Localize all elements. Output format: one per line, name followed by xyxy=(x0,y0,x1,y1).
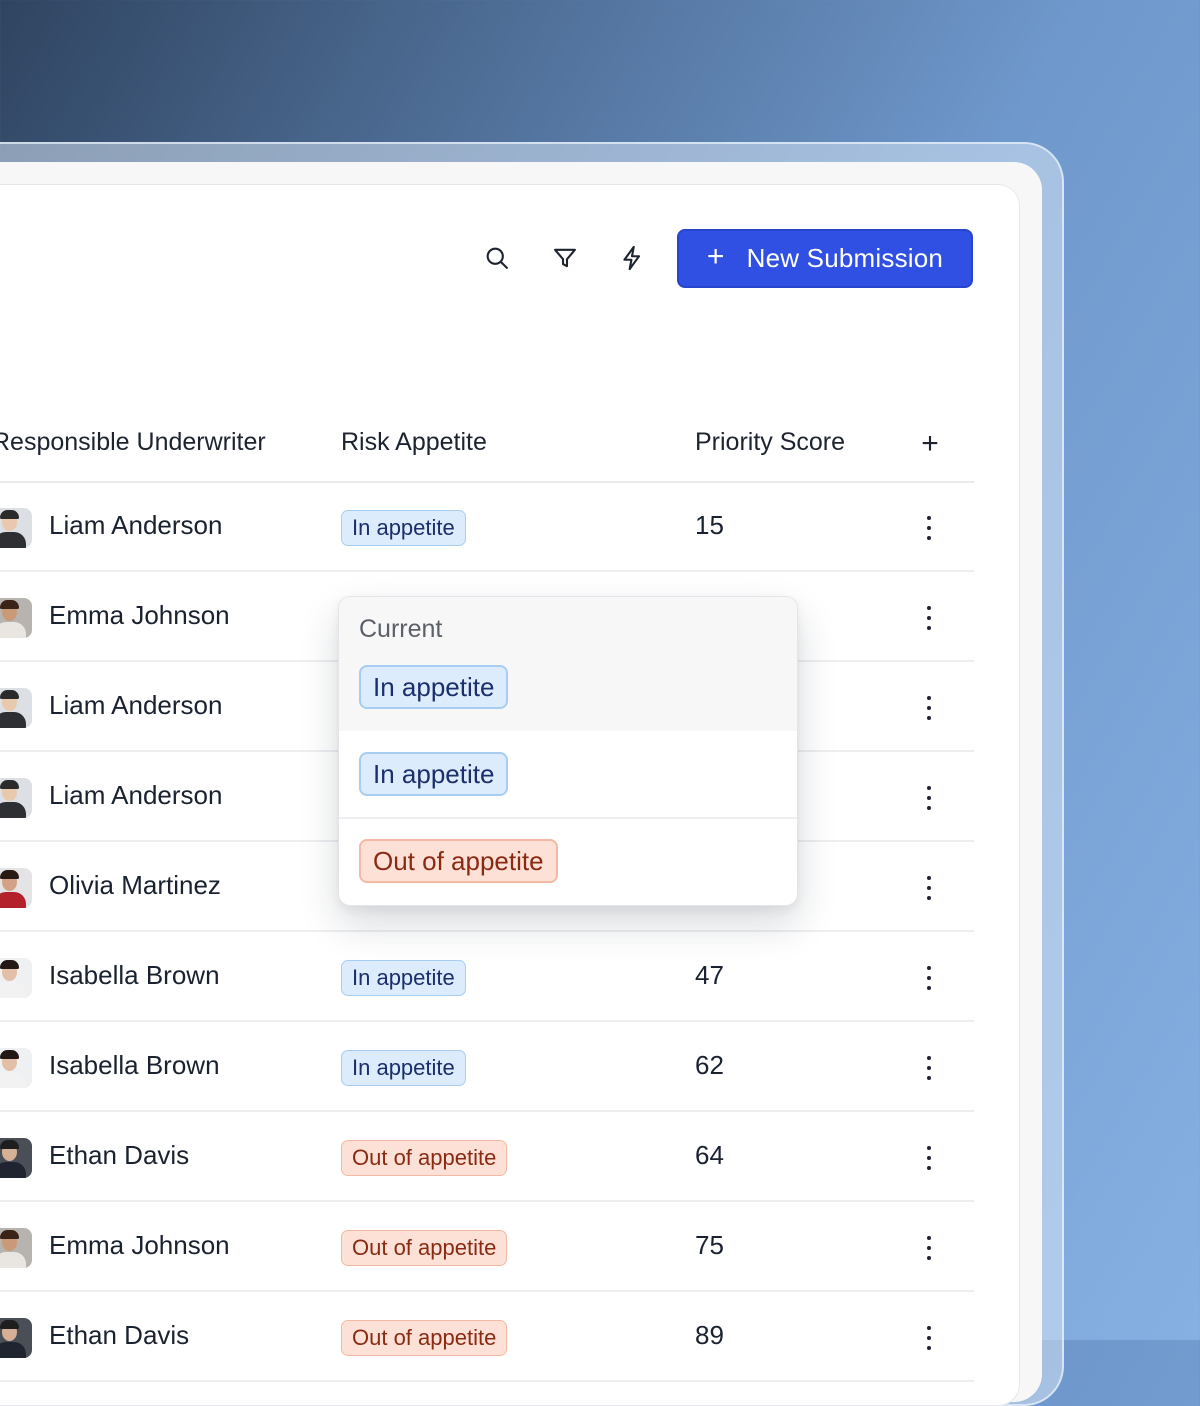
column-header-priority-score[interactable]: Priority Score xyxy=(695,428,845,457)
priority-score: 62 xyxy=(695,1050,724,1080)
row-more-icon[interactable] xyxy=(918,966,940,990)
dropdown-option-out-of-appetite[interactable]: Out of appetite xyxy=(359,839,558,883)
risk-appetite-badge[interactable]: Out of appetite xyxy=(341,1140,508,1176)
row-more-icon[interactable] xyxy=(918,1236,940,1260)
underwriter-name: Ethan Davis xyxy=(49,1320,190,1350)
row-more-icon[interactable] xyxy=(918,1056,940,1080)
avatar xyxy=(0,1048,32,1088)
avatar xyxy=(0,778,32,818)
row-divider xyxy=(0,1380,974,1382)
underwriter-name: Olivia Martinez xyxy=(49,870,221,900)
row-more-icon[interactable] xyxy=(918,1146,940,1170)
new-submission-label: New Submission xyxy=(746,243,944,273)
new-submission-button[interactable]: + New Submission xyxy=(677,229,973,288)
filter-icon[interactable] xyxy=(545,238,585,278)
row-more-icon[interactable] xyxy=(918,516,940,540)
avatar xyxy=(0,868,32,908)
avatar xyxy=(0,958,32,998)
row-more-icon[interactable] xyxy=(918,786,940,810)
row-more-icon[interactable] xyxy=(918,696,940,720)
table-row[interactable]: Isabella Brown In appetite 47 xyxy=(0,932,974,1022)
avatar xyxy=(0,688,32,728)
avatar xyxy=(0,1228,32,1268)
table-row[interactable]: Ethan Davis Out of appetite 89 xyxy=(0,1292,974,1382)
table-row[interactable]: Ethan Davis Out of appetite 64 xyxy=(0,1112,974,1202)
table-row[interactable]: Emma Johnson Out of appetite 75 xyxy=(0,1202,974,1292)
priority-score: 75 xyxy=(695,1230,724,1260)
search-icon[interactable] xyxy=(477,238,517,278)
risk-appetite-badge[interactable]: In appetite xyxy=(341,960,466,996)
underwriter-name: Isabella Brown xyxy=(49,960,220,990)
risk-appetite-badge[interactable]: In appetite xyxy=(341,1050,466,1086)
add-column-button[interactable]: + xyxy=(915,428,945,460)
row-more-icon[interactable] xyxy=(918,1326,940,1350)
underwriter-name: Liam Anderson xyxy=(49,780,223,810)
column-header-underwriter[interactable]: Responsible Underwriter xyxy=(0,428,266,457)
row-more-icon[interactable] xyxy=(918,876,940,900)
avatar xyxy=(0,1318,32,1358)
avatar xyxy=(0,598,32,638)
avatar xyxy=(0,1138,32,1178)
underwriter-name: Liam Anderson xyxy=(49,690,223,720)
lightning-icon[interactable] xyxy=(612,238,652,278)
table-row[interactable]: Liam Anderson In appetite 15 xyxy=(0,482,974,572)
table-row[interactable]: Isabella Brown In appetite 62 xyxy=(0,1022,974,1112)
risk-appetite-badge[interactable]: In appetite xyxy=(341,510,466,546)
risk-appetite-badge[interactable]: Out of appetite xyxy=(341,1230,508,1266)
priority-score: 64 xyxy=(695,1140,724,1170)
underwriter-name: Ethan Davis xyxy=(49,1140,190,1170)
priority-score: 89 xyxy=(695,1320,724,1350)
plus-icon: + xyxy=(706,240,725,273)
avatar xyxy=(0,508,32,548)
priority-score: 15 xyxy=(695,510,724,540)
dropdown-current-label: Current xyxy=(359,615,443,643)
dropdown-option-in-appetite[interactable]: In appetite xyxy=(359,752,509,796)
risk-appetite-badge[interactable]: Out of appetite xyxy=(341,1320,508,1356)
underwriter-name: Emma Johnson xyxy=(49,600,230,630)
risk-appetite-dropdown: Current In appetite In appetite Out of a… xyxy=(338,596,798,906)
column-header-risk-appetite[interactable]: Risk Appetite xyxy=(341,428,487,457)
dropdown-divider xyxy=(339,817,797,819)
underwriter-name: Liam Anderson xyxy=(49,510,223,540)
underwriter-name: Emma Johnson xyxy=(49,1230,230,1260)
underwriter-name: Isabella Brown xyxy=(49,1050,220,1080)
row-more-icon[interactable] xyxy=(918,606,940,630)
dropdown-current-value[interactable]: In appetite xyxy=(359,665,509,709)
priority-score: 47 xyxy=(695,960,724,990)
